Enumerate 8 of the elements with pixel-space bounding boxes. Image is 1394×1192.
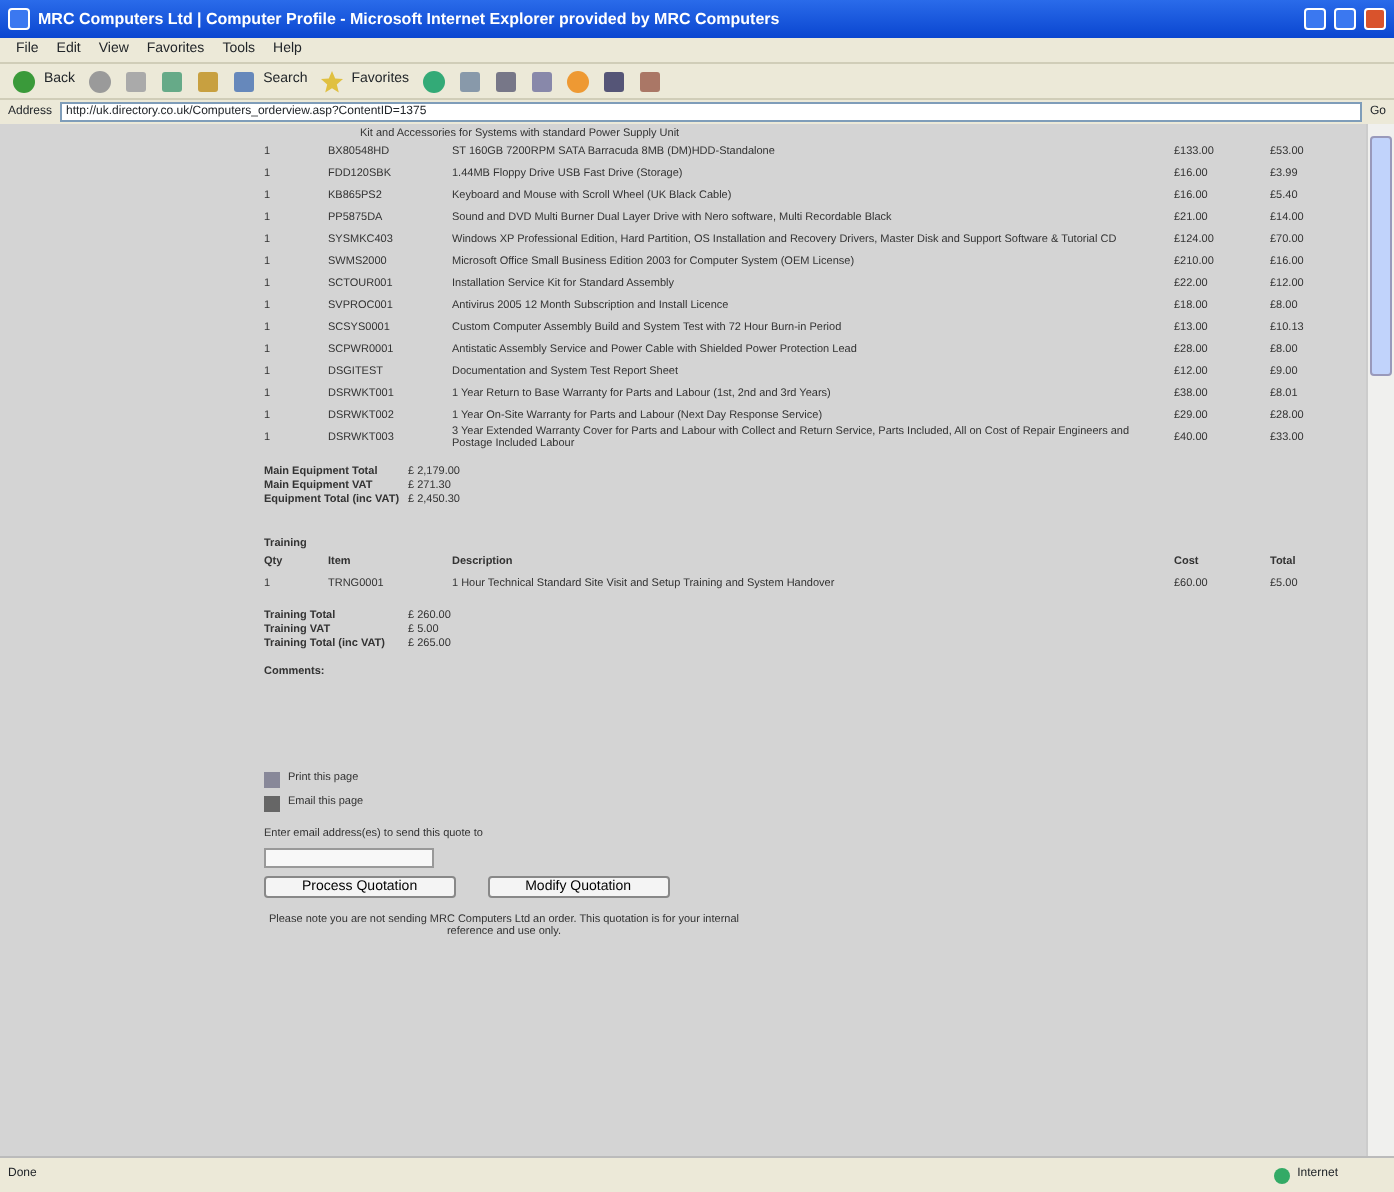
close-button[interactable] — [1364, 8, 1386, 30]
minimize-button[interactable] — [1304, 8, 1326, 30]
maximize-button[interactable] — [1334, 8, 1356, 30]
window-title: MRC Computers Ltd | Computer Profile - Microsoft Internet Explorer provided by MRC Computers — [38, 7, 782, 31]
scrollbar-thumb[interactable] — [1370, 136, 1392, 376]
scrollbar[interactable] — [1366, 124, 1394, 1156]
email-field[interactable] — [264, 847, 434, 868]
star-icon — [319, 69, 344, 93]
